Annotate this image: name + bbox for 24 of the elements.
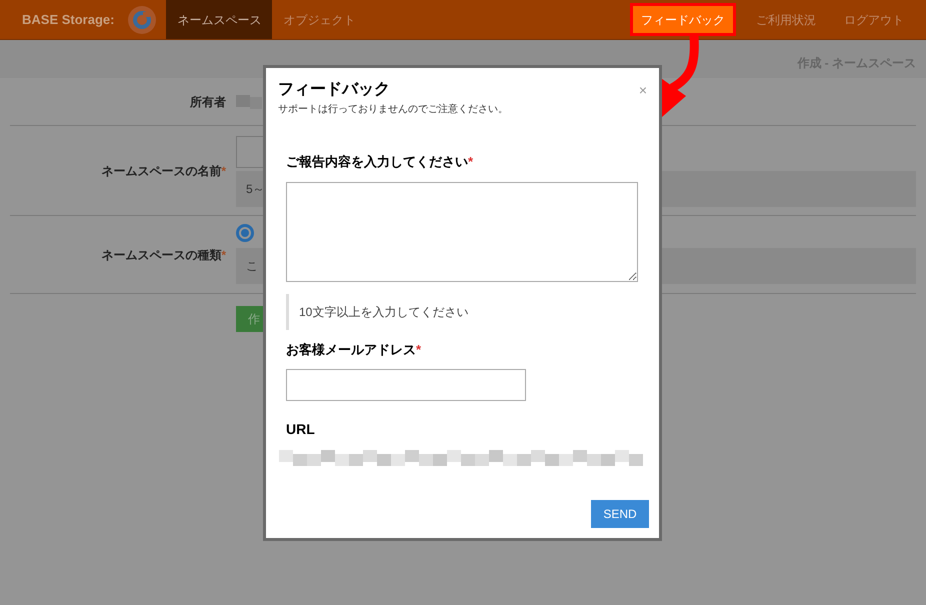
brand-title: BASE Storage: bbox=[22, 10, 114, 29]
logo-icon bbox=[128, 6, 156, 34]
send-button[interactable]: SEND bbox=[591, 500, 649, 528]
radio-button[interactable] bbox=[236, 224, 254, 242]
dialog-title: フィードバック bbox=[278, 80, 390, 100]
nav-link[interactable]: フィードバック bbox=[630, 3, 736, 36]
email-input[interactable] bbox=[286, 369, 526, 401]
report-textarea[interactable] bbox=[286, 182, 638, 282]
field-label: URL bbox=[286, 420, 316, 439]
nav-link[interactable]: ログアウト bbox=[836, 3, 912, 36]
hint-text: こ bbox=[246, 258, 258, 275]
hint-text: 10文字以上を入力してください bbox=[299, 304, 468, 320]
field-label: ネームスペースの種類* bbox=[100, 247, 226, 264]
close-button[interactable]: × bbox=[638, 80, 647, 101]
field-label: お客様メールアドレス* bbox=[286, 340, 422, 358]
dialog-subtitle: サポートは行っておりませんのでご注意ください。 bbox=[278, 102, 509, 117]
field-label: ご報告内容を入力してください* bbox=[286, 153, 474, 171]
redacted-owner-drawing bbox=[236, 94, 262, 108]
hint-text: 5～ bbox=[246, 181, 265, 198]
nav-link[interactable]: ご利用状況 bbox=[748, 3, 824, 36]
nav-tab[interactable]: オブジェクト bbox=[272, 0, 366, 39]
field-label: ネームスペースの名前* bbox=[100, 163, 226, 180]
field-label: 所有者 bbox=[189, 94, 226, 110]
nav-tab[interactable]: ネームスペース bbox=[166, 0, 272, 39]
